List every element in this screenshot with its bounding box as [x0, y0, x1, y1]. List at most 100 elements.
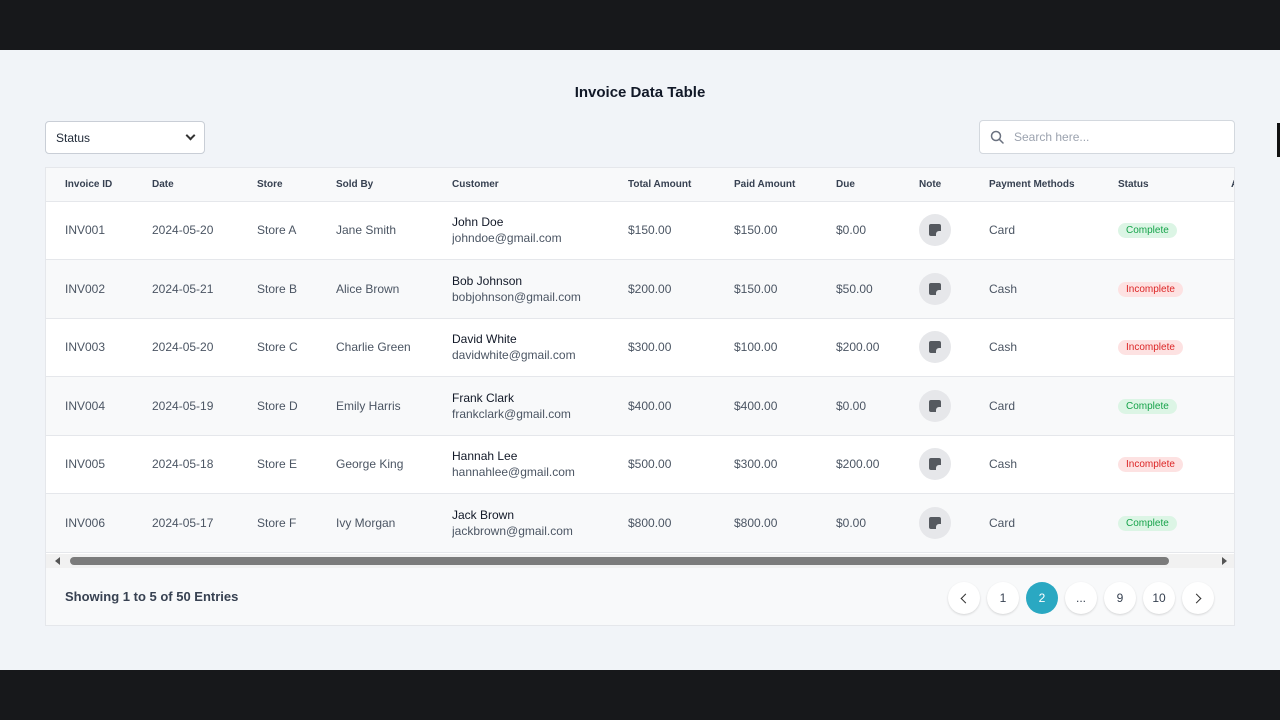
status-filter-value: Status: [56, 130, 91, 145]
status-filter-select[interactable]: Status: [45, 121, 205, 154]
customer-name: John Doe: [452, 215, 504, 230]
column-header[interactable]: A: [1231, 168, 1234, 202]
note-cell: [919, 435, 989, 494]
customer-name: David White: [452, 332, 517, 347]
note-button[interactable]: [919, 448, 951, 481]
customer-cell: Jack Brown jackbrown@gmail.com: [452, 493, 628, 553]
page-title: Invoice Data Table: [574, 84, 706, 101]
table-row[interactable]: INV005 2024-05-18 Store E George King Ha…: [46, 435, 1234, 494]
store-cell: Store D: [257, 376, 336, 436]
note-button[interactable]: [919, 272, 951, 305]
status-badge: Complete: [1118, 515, 1177, 531]
paid-amount-cell: $400.00: [734, 376, 836, 436]
scroll-right-icon[interactable]: [1222, 557, 1227, 565]
note-icon: [929, 458, 941, 471]
note-cell: [919, 201, 989, 260]
page-button[interactable]: 9: [1104, 582, 1136, 614]
sold-by-cell: George King: [336, 435, 452, 494]
due-cell: $200.00: [836, 318, 919, 377]
note-button[interactable]: [919, 389, 951, 422]
page-button-active[interactable]: 2: [1026, 582, 1058, 614]
status-badge: Incomplete: [1118, 281, 1183, 297]
date-cell: 2024-05-18: [152, 435, 257, 494]
total-amount-cell: $800.00: [628, 493, 734, 553]
action-cell: [1231, 318, 1234, 377]
table-footer: Showing 1 to 5 of 50 Entries 1 2 ... 9 1…: [46, 568, 1234, 625]
status-cell: Complete: [1118, 201, 1231, 260]
customer-name: Hannah Lee: [452, 449, 518, 464]
note-icon: [929, 516, 941, 529]
column-header[interactable]: Invoice ID: [46, 168, 152, 202]
status-cell: Incomplete: [1118, 435, 1231, 494]
status-cell: Incomplete: [1118, 259, 1231, 319]
table-row[interactable]: INV004 2024-05-19 Store D Emily Harris F…: [46, 376, 1234, 436]
chevron-down-icon: [185, 130, 196, 141]
chevron-right-icon: [1191, 593, 1202, 603]
note-cell: [919, 318, 989, 377]
prev-page-button[interactable]: [948, 582, 980, 614]
due-cell: $0.00: [836, 201, 919, 260]
column-header[interactable]: Customer: [452, 168, 628, 202]
column-header[interactable]: Sold By: [336, 168, 452, 202]
invoice-table-card: Invoice ID Date Store Sold By Customer T…: [45, 167, 1235, 626]
payment-method-cell: Cash: [989, 435, 1118, 494]
table-row[interactable]: INV006 2024-05-17 Store F Ivy Morgan Jac…: [46, 493, 1234, 553]
due-cell: $0.00: [836, 376, 919, 436]
next-page-button[interactable]: [1182, 582, 1214, 614]
customer-cell: David White davidwhite@gmail.com: [452, 318, 628, 377]
invoice-table: Invoice ID Date Store Sold By Customer T…: [46, 168, 1234, 553]
page-button[interactable]: 1: [987, 582, 1019, 614]
note-cell: [919, 493, 989, 553]
customer-email: bobjohnson@gmail.com: [452, 289, 581, 304]
action-cell: [1231, 201, 1234, 260]
note-button[interactable]: [919, 331, 951, 364]
page-button[interactable]: 10: [1143, 582, 1175, 614]
column-header[interactable]: Store: [257, 168, 336, 202]
customer-email: johndoe@gmail.com: [452, 231, 562, 246]
status-badge: Incomplete: [1118, 457, 1183, 473]
table-row[interactable]: INV002 2024-05-21 Store B Alice Brown Bo…: [46, 259, 1234, 319]
column-header[interactable]: Due: [836, 168, 919, 202]
table-row[interactable]: INV003 2024-05-20 Store C Charlie Green …: [46, 318, 1234, 377]
sold-by-cell: Jane Smith: [336, 201, 452, 260]
store-cell: Store A: [257, 201, 336, 260]
note-button[interactable]: [919, 506, 951, 539]
date-cell: 2024-05-21: [152, 259, 257, 319]
status-badge: Complete: [1118, 223, 1177, 239]
customer-email: jackbrown@gmail.com: [452, 523, 573, 538]
note-cell: [919, 259, 989, 319]
action-cell: [1231, 259, 1234, 319]
customer-name: Jack Brown: [452, 507, 515, 522]
total-amount-cell: $150.00: [628, 201, 734, 260]
action-cell: [1231, 493, 1234, 553]
column-header[interactable]: Payment Methods: [989, 168, 1118, 202]
date-cell: 2024-05-17: [152, 493, 257, 553]
column-header[interactable]: Paid Amount: [734, 168, 836, 202]
invoice-id-cell: INV003: [46, 318, 152, 377]
column-header[interactable]: Date: [152, 168, 257, 202]
payment-method-cell: Card: [989, 493, 1118, 553]
status-cell: Complete: [1118, 493, 1231, 553]
status-cell: Incomplete: [1118, 318, 1231, 377]
horizontal-scrollbar[interactable]: [46, 554, 1234, 568]
customer-cell: John Doe johndoe@gmail.com: [452, 201, 628, 260]
note-icon: [929, 282, 941, 295]
paid-amount-cell: $100.00: [734, 318, 836, 377]
search-box[interactable]: [979, 120, 1235, 154]
page-ellipsis[interactable]: ...: [1065, 582, 1097, 614]
table-row[interactable]: INV001 2024-05-20 Store A Jane Smith Joh…: [46, 201, 1234, 260]
scrollbar-thumb[interactable]: [70, 557, 1169, 565]
sold-by-cell: Emily Harris: [336, 376, 452, 436]
customer-cell: Bob Johnson bobjohnson@gmail.com: [452, 259, 628, 319]
search-input[interactable]: [1014, 130, 1214, 144]
status-badge: Incomplete: [1118, 340, 1183, 356]
column-header[interactable]: Note: [919, 168, 989, 202]
column-header[interactable]: Total Amount: [628, 168, 734, 202]
scroll-left-icon[interactable]: [55, 557, 60, 565]
table-scroll-area: Invoice ID Date Store Sold By Customer T…: [46, 168, 1234, 554]
date-cell: 2024-05-19: [152, 376, 257, 436]
store-cell: Store B: [257, 259, 336, 319]
customer-cell: Hannah Lee hannahlee@gmail.com: [452, 435, 628, 494]
note-button[interactable]: [919, 214, 951, 247]
column-header[interactable]: Status: [1118, 168, 1231, 202]
